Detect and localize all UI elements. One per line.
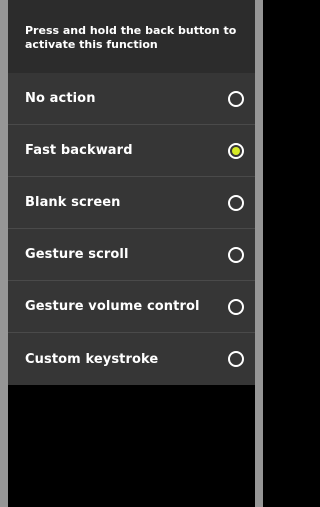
option-gesture-volume-control[interactable]: Gesture volume control xyxy=(8,281,255,333)
option-custom-keystroke[interactable]: Custom keystroke xyxy=(8,333,255,385)
option-no-action[interactable]: No action xyxy=(8,73,255,125)
option-label: Fast backward xyxy=(25,143,133,158)
instruction-header: Press and hold the back button to activa… xyxy=(8,0,255,73)
radio-button-icon[interactable] xyxy=(228,90,244,107)
instruction-text: Press and hold the back button to activa… xyxy=(25,24,237,51)
option-label: Gesture volume control xyxy=(25,299,200,314)
option-fast-backward[interactable]: Fast backward xyxy=(8,125,255,177)
radio-selected-icon[interactable] xyxy=(228,142,244,159)
option-label: No action xyxy=(25,91,96,106)
option-gesture-scroll[interactable]: Gesture scroll xyxy=(8,229,255,281)
radio-button-icon[interactable] xyxy=(228,246,244,263)
option-blank-screen[interactable]: Blank screen xyxy=(8,177,255,229)
option-label: Blank screen xyxy=(25,195,121,210)
option-label: Custom keystroke xyxy=(25,351,159,367)
option-list: No action Fast backward Blank screen Ges… xyxy=(8,73,255,385)
device-frame: Press and hold the back button to activa… xyxy=(0,0,263,507)
radio-button-icon[interactable] xyxy=(228,298,244,315)
option-label: Gesture scroll xyxy=(25,247,129,262)
settings-panel: Press and hold the back button to activa… xyxy=(8,0,255,385)
radio-button-icon[interactable] xyxy=(228,194,244,211)
radio-button-icon[interactable] xyxy=(228,351,244,367)
